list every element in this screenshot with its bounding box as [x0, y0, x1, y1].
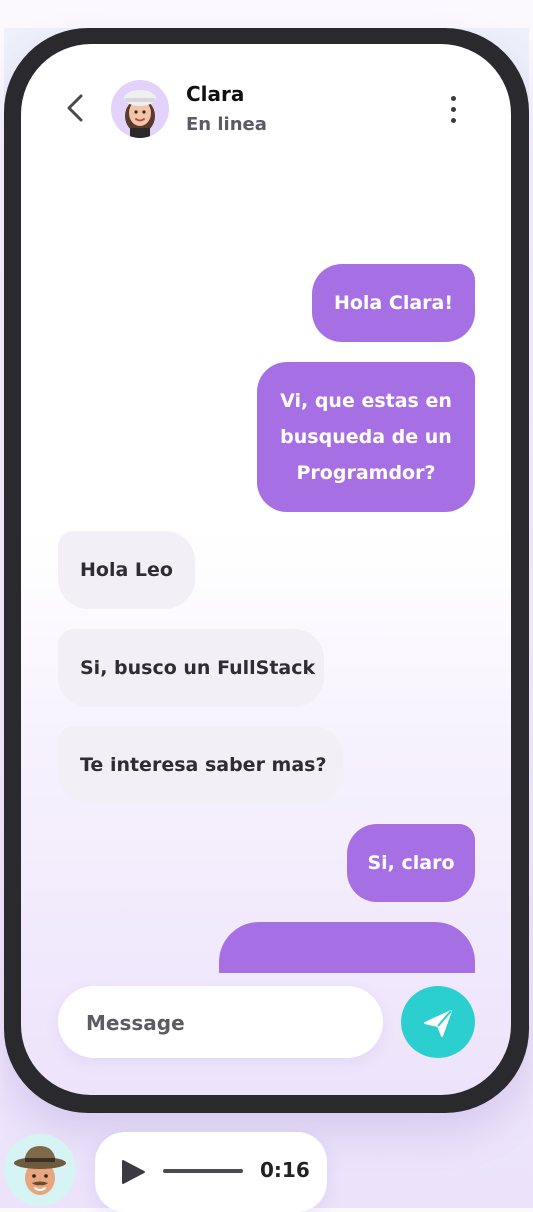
- message-text: Te interesa saber mas?: [80, 754, 327, 776]
- message-bubble-outgoing[interactable]: Vi, que estas en busqueda de un Programd…: [257, 362, 475, 512]
- audio-progress-track[interactable]: [163, 1169, 243, 1173]
- message-text: Si, claro: [367, 852, 455, 874]
- voice-note-card: 0:16: [95, 1132, 327, 1212]
- play-icon: [122, 1160, 145, 1184]
- memoji-woman-icon: [111, 80, 169, 138]
- send-button[interactable]: [401, 986, 475, 1058]
- back-button[interactable]: [61, 90, 91, 126]
- message-bubble-incoming[interactable]: Hola Leo: [58, 531, 195, 609]
- message-bubble-incoming[interactable]: Te interesa saber mas?: [58, 726, 343, 804]
- message-input-container: [58, 986, 383, 1060]
- chat-screen: Clara En linea Hola Clara! Vi, que estas…: [21, 44, 511, 1095]
- message-bubble-outgoing[interactable]: Hola Clara!: [312, 264, 475, 342]
- message-bubble-incoming[interactable]: Si, busco un FullStack: [58, 629, 324, 707]
- more-options-button[interactable]: [443, 94, 465, 126]
- message-text: Si, busco un FullStack: [80, 657, 316, 679]
- phone-frame: Clara En linea Hola Clara! Vi, que estas…: [4, 28, 529, 1113]
- message-input[interactable]: [84, 986, 348, 1060]
- paper-plane-icon: [424, 1010, 452, 1037]
- contact-avatar[interactable]: [111, 80, 169, 138]
- user-avatar[interactable]: [4, 1134, 76, 1206]
- play-button[interactable]: [119, 1158, 147, 1186]
- chat-header: Clara En linea: [21, 44, 511, 164]
- message-bubble-outgoing[interactable]: Si, claro: [347, 824, 475, 902]
- contact-status: En linea: [186, 114, 267, 135]
- message-text: Hola Leo: [80, 559, 173, 581]
- memoji-explorer-icon: [4, 1134, 76, 1206]
- audio-duration: 0:16: [260, 1158, 310, 1182]
- message-text: Hola Clara!: [333, 292, 454, 314]
- contact-name: Clara: [186, 82, 245, 106]
- chevron-left-icon: [67, 94, 83, 122]
- message-text: Vi, que estas en busqueda de un Programd…: [280, 390, 452, 484]
